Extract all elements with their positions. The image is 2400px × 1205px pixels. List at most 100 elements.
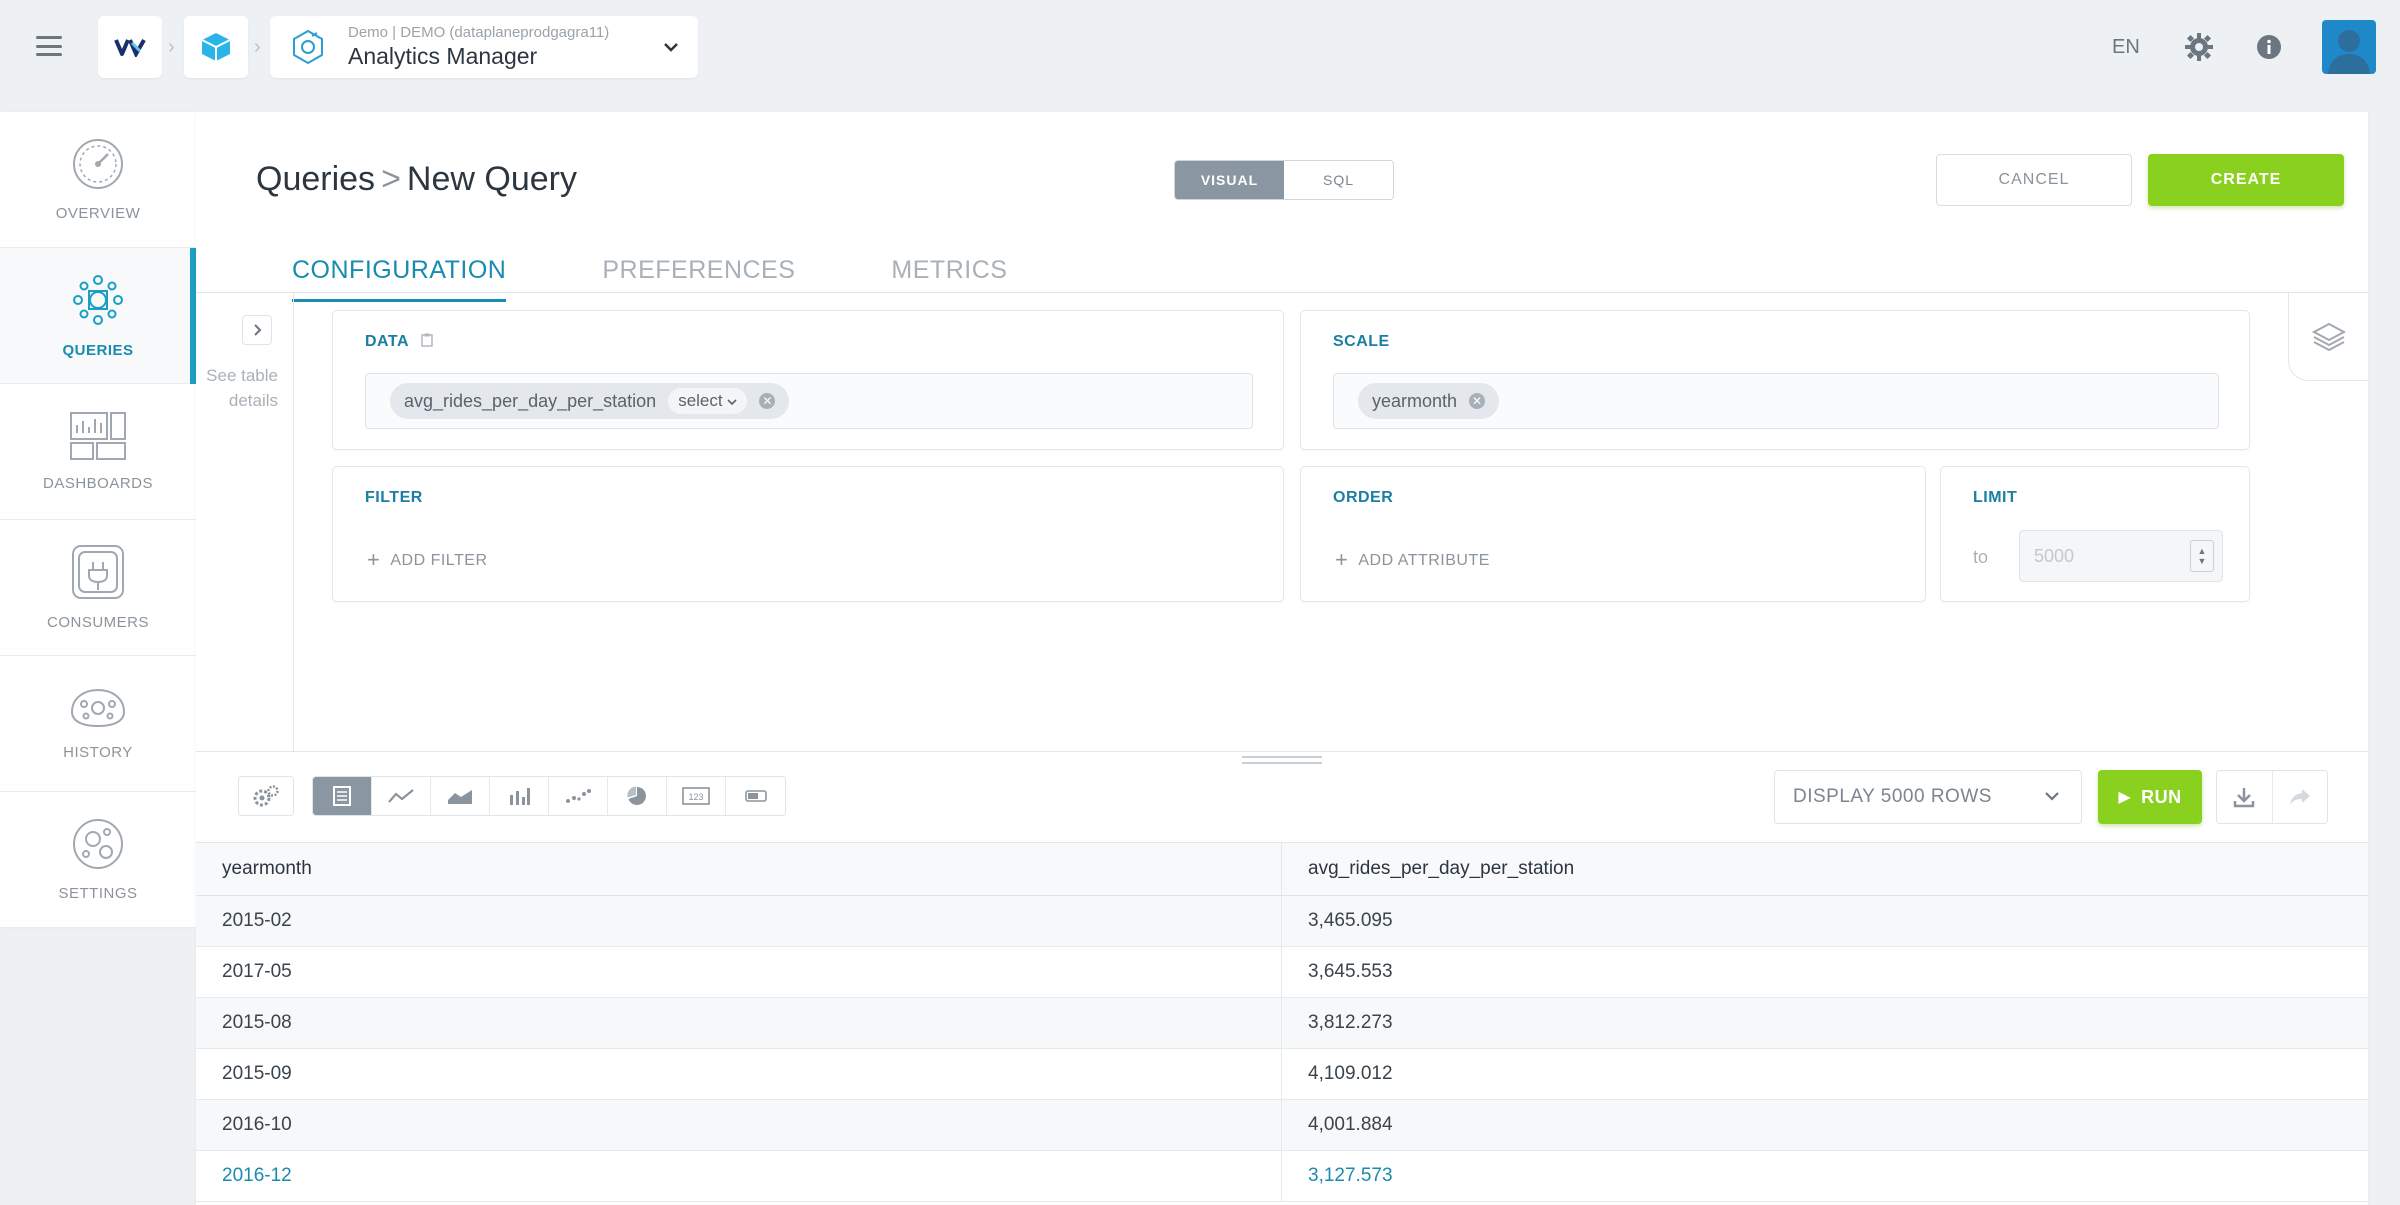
- app-environment: Demo | DEMO (dataplaneprodgagra11): [348, 24, 610, 41]
- table-header: yearmonth avg_rides_per_day_per_station: [196, 842, 2368, 896]
- table-row[interactable]: 2016-10 4,001.884: [196, 1100, 2368, 1151]
- scale-card-title: SCALE: [1333, 333, 1390, 350]
- vz-logo-icon: [114, 39, 146, 57]
- breadcrumb-root[interactable]: Queries: [256, 160, 375, 198]
- nav-item-overview[interactable]: OVERVIEW: [0, 112, 196, 248]
- remove-chip-icon[interactable]: ✕: [1469, 393, 1486, 409]
- see-table-details-link[interactable]: See table details: [196, 363, 278, 413]
- table-cell: 4,001.884: [1308, 1114, 1393, 1135]
- table-cell: 3,812.273: [1308, 1012, 1393, 1033]
- cancel-button[interactable]: CANCEL: [1936, 154, 2132, 206]
- nav-item-history[interactable]: HISTORY: [0, 656, 196, 792]
- scatter-icon: [566, 789, 591, 803]
- limit-card-title: LIMIT: [1973, 489, 2018, 506]
- table-row[interactable]: 2015-09 4,109.012: [196, 1049, 2368, 1100]
- data-attribute-chip[interactable]: avg_rides_per_day_per_station select ✕: [390, 383, 790, 419]
- add-attribute-button[interactable]: + ADD ATTRIBUTE: [1335, 547, 1490, 573]
- nav-label: HISTORY: [63, 744, 133, 761]
- chevron-down-icon: [2045, 792, 2059, 801]
- data-attribute-field[interactable]: avg_rides_per_day_per_station select ✕: [365, 373, 1253, 429]
- viz-line-button[interactable]: [372, 777, 431, 815]
- info-icon[interactable]: [2256, 34, 2282, 60]
- menu-icon[interactable]: [36, 36, 62, 56]
- nav-item-dashboards[interactable]: DASHBOARDS: [0, 384, 196, 520]
- aggregation-value: select: [678, 391, 723, 410]
- consumers-icon: [72, 545, 124, 599]
- dashboards-icon: [70, 412, 126, 460]
- analytics-icon: [293, 29, 323, 65]
- order-card: ORDER + ADD ATTRIBUTE: [1300, 466, 1926, 602]
- resize-handle[interactable]: [1242, 756, 1322, 764]
- bar-chart-icon: [510, 788, 530, 805]
- nav-item-queries[interactable]: QUERIES: [0, 248, 196, 384]
- scale-attribute-chip[interactable]: yearmonth ✕: [1358, 383, 1500, 419]
- tab-divider: [196, 292, 2368, 293]
- column-header[interactable]: avg_rides_per_day_per_station: [1282, 843, 2368, 895]
- viz-area-button[interactable]: [431, 777, 490, 815]
- gauge-icon: [73, 139, 123, 189]
- app-selector[interactable]: Demo | DEMO (dataplaneprodgagra11) Analy…: [270, 16, 698, 78]
- left-navigation: OVERVIEW QUERIES DASHBOARDS CONSUMERS HI…: [0, 112, 196, 928]
- aggregation-select[interactable]: select: [668, 388, 748, 414]
- viz-table-button[interactable]: [313, 777, 372, 815]
- gear-icon[interactable]: [2184, 32, 2214, 62]
- plus-icon: +: [1335, 547, 1349, 572]
- display-rows-select[interactable]: DISPLAY 5000 ROWS: [1774, 770, 2082, 824]
- run-button[interactable]: ▶ RUN: [2098, 770, 2202, 824]
- svg-text:123: 123: [688, 792, 703, 802]
- table-cell: 2015-08: [196, 998, 1282, 1048]
- nav-label: SETTINGS: [58, 885, 138, 902]
- create-button[interactable]: CREATE: [2148, 154, 2344, 206]
- language-switch[interactable]: EN: [2112, 36, 2140, 59]
- expand-table-details-button[interactable]: [242, 315, 272, 345]
- share-button[interactable]: [2273, 771, 2328, 823]
- table-cell: 2015-02: [196, 896, 1282, 946]
- breadcrumb-separator: >: [381, 160, 401, 198]
- home-logo-button[interactable]: [98, 16, 162, 78]
- viz-number-button[interactable]: 123: [667, 777, 726, 815]
- viz-bar-button[interactable]: [490, 777, 549, 815]
- pie-chart-icon: [627, 786, 646, 805]
- table-cell: 3,465.095: [1308, 910, 1393, 931]
- tab-configuration[interactable]: CONFIGURATION: [292, 256, 507, 302]
- add-filter-label: ADD FILTER: [390, 552, 488, 569]
- table-row[interactable]: 2015-02 3,465.095: [196, 896, 2368, 947]
- data-card: DATA avg_rides_per_day_per_station selec…: [332, 310, 1284, 450]
- chevron-down-icon: [727, 399, 737, 406]
- sql-mode-button[interactable]: SQL: [1284, 161, 1393, 199]
- nav-item-consumers[interactable]: CONSUMERS: [0, 520, 196, 656]
- table-row[interactable]: 2016-12 3,127.573: [196, 1151, 2368, 1202]
- app-title: Analytics Manager: [348, 43, 538, 69]
- stepper-up-icon[interactable]: ▲: [2198, 546, 2207, 556]
- nav-item-settings[interactable]: SETTINGS: [0, 792, 196, 928]
- product-button[interactable]: [184, 16, 248, 78]
- visual-mode-button[interactable]: VISUAL: [1175, 161, 1284, 199]
- stepper-down-icon[interactable]: ▼: [2198, 556, 2207, 566]
- add-filter-button[interactable]: + ADD FILTER: [367, 547, 488, 573]
- table-row[interactable]: 2015-08 3,812.273: [196, 998, 2368, 1049]
- viz-scatter-button[interactable]: [549, 777, 608, 815]
- nav-label: DASHBOARDS: [42, 475, 154, 492]
- table-row[interactable]: 2017-05 3,645.553: [196, 947, 2368, 998]
- clipboard-icon[interactable]: [421, 333, 434, 347]
- download-icon: [2234, 788, 2255, 808]
- chevron-down-icon: [664, 43, 678, 52]
- limit-input[interactable]: 5000 ▲ ▼: [2019, 530, 2223, 582]
- viz-settings-button[interactable]: [238, 776, 294, 816]
- tab-metrics[interactable]: METRICS: [891, 256, 1007, 302]
- remove-chip-icon[interactable]: ✕: [759, 393, 776, 409]
- download-button[interactable]: [2217, 771, 2273, 823]
- viz-pie-button[interactable]: [608, 777, 667, 815]
- table-cell: 3,127.573: [1308, 1165, 1393, 1186]
- column-header[interactable]: yearmonth: [196, 843, 1282, 895]
- layers-button[interactable]: [2288, 293, 2368, 381]
- panel-divider: [196, 751, 2368, 752]
- user-avatar[interactable]: [2322, 20, 2376, 74]
- limit-stepper[interactable]: ▲ ▼: [2190, 540, 2214, 572]
- scale-attribute-field[interactable]: yearmonth ✕: [1333, 373, 2219, 429]
- play-icon: ▶: [2118, 789, 2132, 806]
- viz-gauge-button[interactable]: [726, 777, 785, 815]
- tab-preferences[interactable]: PREFERENCES: [602, 256, 795, 302]
- table-cell: 2016-10: [196, 1100, 1282, 1150]
- table-cell: 3,645.553: [1308, 961, 1393, 982]
